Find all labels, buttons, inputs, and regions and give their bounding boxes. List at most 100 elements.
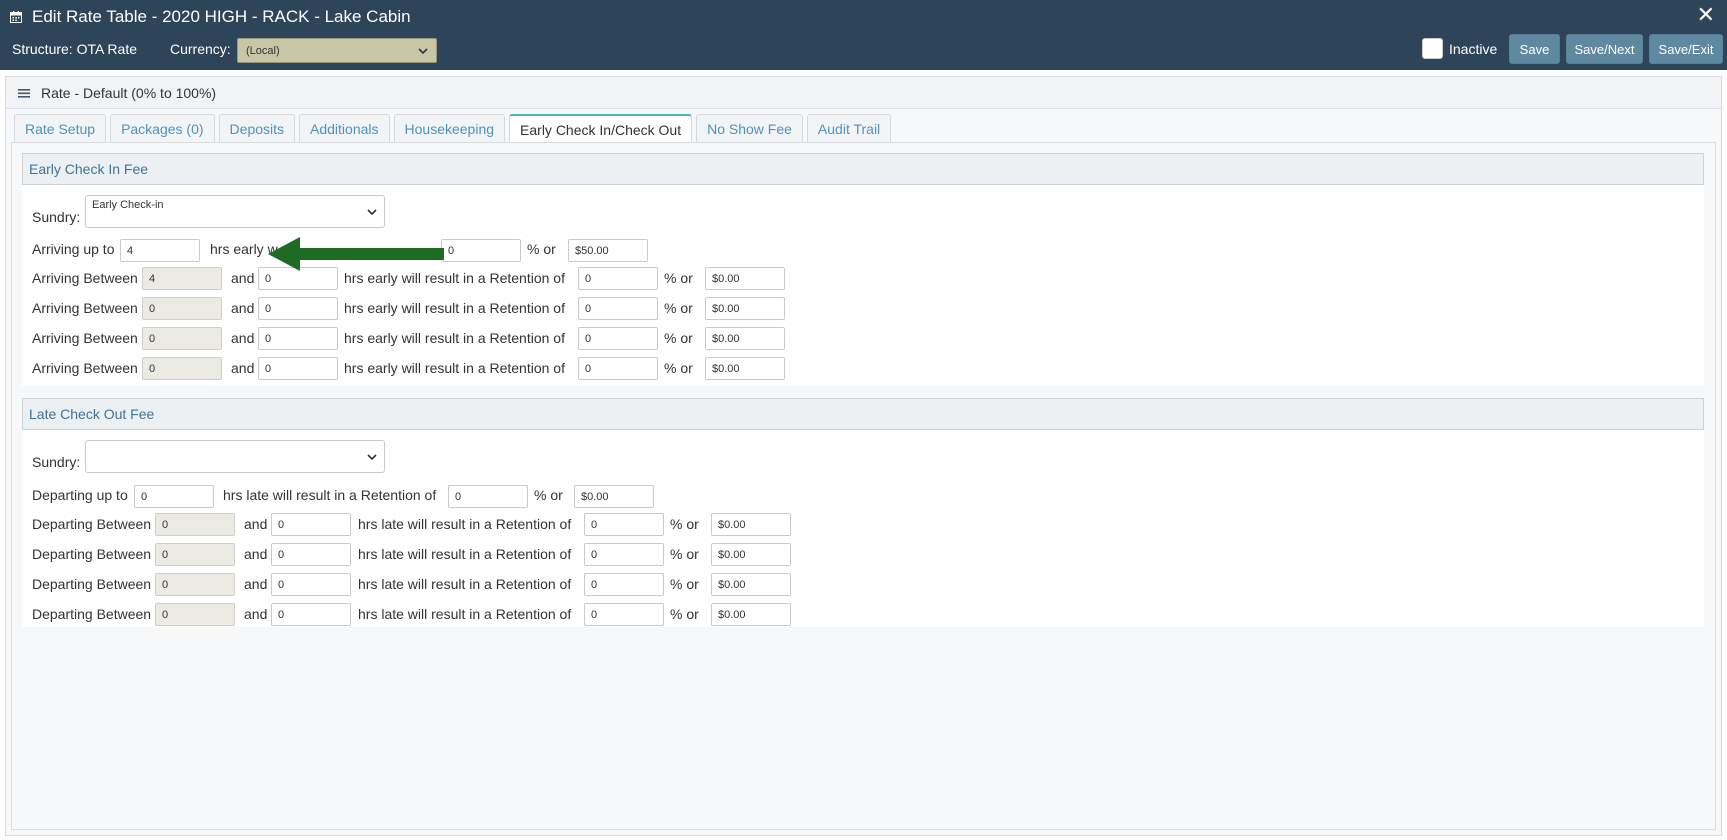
early-row-label: Arriving Between xyxy=(32,360,138,376)
late-first-pct-input[interactable]: 0 xyxy=(448,485,528,508)
early-row-pct-or: % or xyxy=(664,270,693,286)
tab-audit-trail[interactable]: Audit Trail xyxy=(806,114,892,142)
late-row-text: hrs late will result in a Retention of xyxy=(358,516,572,532)
rate-panel-header[interactable]: Rate - Default (0% to 100%) xyxy=(6,77,1721,109)
rate-panel: Rate - Default (0% to 100%) Rate Setup P… xyxy=(5,76,1722,836)
late-first-prefix: Departing up to xyxy=(32,487,128,503)
tab-packages[interactable]: Packages (0) xyxy=(110,114,215,142)
late-row-and: and xyxy=(244,576,268,592)
late-row-pct-or: % or xyxy=(670,516,699,532)
early-sundry-value: Early Check-in xyxy=(92,199,164,211)
chevron-down-icon xyxy=(367,452,377,462)
currency-value: (Local) xyxy=(246,44,280,57)
early-first-hours-input[interactable]: 4 xyxy=(120,239,200,262)
tab-additionals[interactable]: Additionals xyxy=(299,114,390,142)
tab-rate-setup[interactable]: Rate Setup xyxy=(14,114,107,142)
early-row-pct-input[interactable]: 0 xyxy=(578,297,658,320)
late-row-and: and xyxy=(244,516,268,532)
tab-housekeeping[interactable]: Housekeeping xyxy=(393,114,506,142)
early-sundry-select[interactable]: Early Check-in xyxy=(85,195,385,228)
early-first-pct-input[interactable]: 0 xyxy=(441,239,521,262)
tab-deposits[interactable]: Deposits xyxy=(218,114,296,142)
early-row-amount-input[interactable]: $0.00 xyxy=(705,297,785,320)
late-row-text: hrs late will result in a Retention of xyxy=(358,576,572,592)
tab-bar: Rate Setup Packages (0) Deposits Additio… xyxy=(14,114,895,143)
late-row-pct-input[interactable]: 0 xyxy=(584,543,664,566)
close-icon[interactable]: ✕ xyxy=(1697,4,1715,26)
late-row-label: Departing Between xyxy=(32,516,152,532)
early-row-pct-or: % or xyxy=(664,330,693,346)
late-row-and: and xyxy=(244,606,268,622)
early-first-prefix: Arriving up to xyxy=(32,241,115,257)
early-row-pct-input[interactable]: 0 xyxy=(578,267,658,290)
early-row-to-input[interactable]: 0 xyxy=(258,297,338,320)
late-row-pct-input[interactable]: 0 xyxy=(584,573,664,596)
late-row-amount-input[interactable]: $0.00 xyxy=(711,543,791,566)
early-row-pct-input[interactable]: 0 xyxy=(578,327,658,350)
late-row-from-input: 0 xyxy=(155,573,235,596)
save-button[interactable]: Save xyxy=(1509,34,1560,64)
save-exit-button[interactable]: Save/Exit xyxy=(1649,34,1723,64)
early-sundry-label: Sundry: xyxy=(32,209,81,225)
late-row-pct-or: % or xyxy=(670,606,699,622)
late-row-label: Departing Between xyxy=(32,546,152,562)
early-row-label: Arriving Between xyxy=(32,300,138,316)
inactive-checkbox[interactable] xyxy=(1422,38,1443,59)
early-row-to-input[interactable]: 0 xyxy=(258,357,338,380)
early-row-text: hrs early will result in a Retention of xyxy=(344,300,565,316)
early-first-pct-or: % or xyxy=(527,241,556,257)
late-row-to-input[interactable]: 0 xyxy=(271,543,351,566)
early-row-and: and xyxy=(231,360,255,376)
dialog-title: Edit Rate Table - 2020 HIGH - RACK - Lak… xyxy=(32,7,411,26)
tab-early-check-in-check-out[interactable]: Early Check In/Check Out xyxy=(509,114,693,143)
early-row-text: hrs early will result in a Retention of xyxy=(344,270,565,286)
early-row-label: Arriving Between xyxy=(32,270,138,286)
dialog-header: Edit Rate Table - 2020 HIGH - RACK - Lak… xyxy=(0,0,1727,70)
late-row-to-input[interactable]: 0 xyxy=(271,603,351,626)
chevron-down-icon xyxy=(418,46,428,56)
early-row-pct-or: % or xyxy=(664,300,693,316)
calendar-icon xyxy=(10,11,22,23)
early-row-from-input: 0 xyxy=(142,297,222,320)
arrow-left-icon xyxy=(268,237,444,271)
early-row-pct-or: % or xyxy=(664,360,693,376)
tab-no-show-fee[interactable]: No Show Fee xyxy=(696,114,803,142)
early-first-amount-input[interactable]: $50.00 xyxy=(568,239,648,262)
title-row: Edit Rate Table - 2020 HIGH - RACK - Lak… xyxy=(10,6,411,28)
late-row-to-input[interactable]: 0 xyxy=(271,513,351,536)
late-sundry-select[interactable] xyxy=(85,440,385,473)
late-first-hours-input[interactable]: 0 xyxy=(134,485,214,508)
chevron-down-icon xyxy=(367,207,377,217)
currency-select[interactable]: (Local) xyxy=(237,38,437,63)
rate-title: Rate - Default (0% to 100%) xyxy=(41,84,217,101)
save-next-button[interactable]: Save/Next xyxy=(1566,34,1643,64)
late-first-text: hrs late will result in a Retention of xyxy=(223,487,437,503)
late-row-from-input: 0 xyxy=(155,603,235,626)
late-row-from-input: 0 xyxy=(155,543,235,566)
late-row-amount-input[interactable]: $0.00 xyxy=(711,513,791,536)
late-row-text: hrs late will result in a Retention of xyxy=(358,546,572,562)
late-row-pct-or: % or xyxy=(670,546,699,562)
early-row-and: and xyxy=(231,330,255,346)
late-check-out-heading: Late Check Out Fee xyxy=(22,398,1704,430)
structure-label: Structure: OTA Rate xyxy=(12,41,138,57)
late-row-amount-input[interactable]: $0.00 xyxy=(711,573,791,596)
late-row-to-input[interactable]: 0 xyxy=(271,573,351,596)
early-row-and: and xyxy=(231,300,255,316)
late-check-out-section: Late Check Out Fee Sundry: Departing up … xyxy=(22,398,1704,627)
early-row-amount-input[interactable]: $0.00 xyxy=(705,267,785,290)
early-row-pct-input[interactable]: 0 xyxy=(578,357,658,380)
tab-content: Early Check In Fee Sundry: Early Check-i… xyxy=(11,142,1716,830)
hamburger-icon[interactable] xyxy=(18,87,30,99)
early-row-to-input[interactable]: 0 xyxy=(258,327,338,350)
early-row-amount-input[interactable]: $0.00 xyxy=(705,327,785,350)
late-first-pct-or: % or xyxy=(534,487,563,503)
early-row-amount-input[interactable]: $0.00 xyxy=(705,357,785,380)
late-row-pct-input[interactable]: 0 xyxy=(584,603,664,626)
late-row-pct-input[interactable]: 0 xyxy=(584,513,664,536)
inactive-label: Inactive xyxy=(1449,41,1498,57)
late-row-amount-input[interactable]: $0.00 xyxy=(711,603,791,626)
late-first-amount-input[interactable]: $0.00 xyxy=(574,485,654,508)
early-row-text: hrs early will result in a Retention of xyxy=(344,360,565,376)
late-row-from-input: 0 xyxy=(155,513,235,536)
